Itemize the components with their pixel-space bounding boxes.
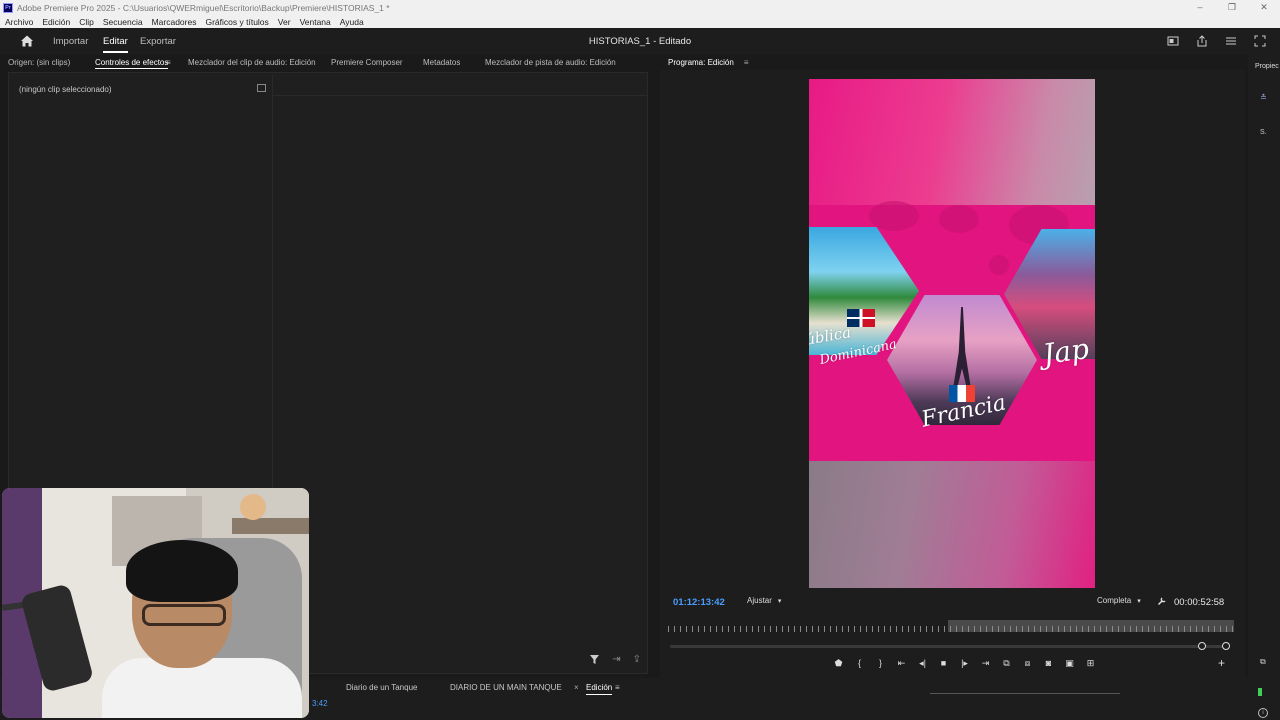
webcam-overlay [2, 488, 309, 718]
menu-clip[interactable]: Clip [79, 17, 94, 27]
webcam-shelf [232, 518, 309, 534]
duration-timecode: 00:00:52:58 [1174, 597, 1225, 608]
properties-panel-collapsed: Propiec ≛ S. ⧉ [1248, 55, 1280, 680]
menu-marcadores[interactable]: Marcadores [152, 17, 197, 27]
go-to-out-button[interactable]: ⇥ [975, 658, 996, 669]
no-clip-label: (ningún clip seleccionado) [19, 85, 112, 94]
menu-secuencia[interactable]: Secuencia [103, 17, 143, 27]
extract-button[interactable]: ⧈ [1017, 658, 1038, 669]
filter-icon[interactable] [589, 654, 600, 665]
tab-metadata[interactable]: Metadatos [423, 58, 460, 67]
effect-timeline-divider [273, 95, 647, 96]
timeline-timecode[interactable]: 3:42 [312, 699, 328, 708]
blurred-bottom-area [809, 461, 1095, 588]
menu-edicion[interactable]: Edición [42, 17, 70, 27]
source-panel-tabs: Origen: (sin clips) Controles de efectos… [0, 55, 656, 71]
effect-controls-footer: ⇥ ⇪ [589, 654, 641, 665]
audio-meter [1258, 688, 1262, 696]
zoom-select[interactable]: Ajustar ▾ [747, 596, 781, 605]
tab-source[interactable]: Origen: (sin clips) [8, 58, 70, 67]
decor-circle [869, 201, 919, 231]
close-window-button[interactable]: ✕ [1248, 0, 1280, 15]
tab-premiere-composer[interactable]: Premiere Composer [331, 58, 403, 67]
scroll-handle-right[interactable] [1222, 642, 1230, 650]
tab-program-monitor[interactable]: Programa: Edición ≡ [668, 58, 748, 67]
fullscreen-icon[interactable] [1254, 35, 1266, 47]
webcam-figurine [240, 494, 266, 520]
resolution-select[interactable]: Completa ▾ [1097, 596, 1141, 605]
blurred-top-area [809, 79, 1095, 205]
menu-archivo[interactable]: Archivo [5, 17, 33, 27]
sequence-tab-diario[interactable]: Diario de un Tanque [346, 683, 417, 692]
wrench-icon[interactable] [1157, 596, 1167, 606]
tools-icon[interactable]: ⧉ [1260, 657, 1266, 667]
panel-menu-icon[interactable]: ≡ [166, 58, 171, 67]
play-audio-icon[interactable]: ⇥ [612, 654, 620, 665]
webcam-person-hair [126, 540, 238, 602]
decor-circle [939, 205, 979, 233]
ruler-ticks [668, 626, 1234, 632]
mark-in-button[interactable]: { [849, 658, 870, 668]
chevron-down-icon: ▾ [777, 598, 782, 605]
menu-ventana[interactable]: Ventana [300, 17, 331, 27]
webcam-person-shirt [102, 658, 302, 718]
mark-out-button[interactable]: } [870, 658, 891, 668]
tab-effect-controls[interactable]: Controles de efectos [95, 58, 169, 69]
minimize-button[interactable]: – [1184, 0, 1216, 15]
playhead-timecode[interactable]: 01:12:13:42 [673, 597, 725, 608]
app-header: Importar Editar Exportar HISTORIAS_1 - E… [0, 28, 1280, 55]
document-title: HISTORIAS_1 - Editado [588, 36, 692, 47]
menu-ayuda[interactable]: Ayuda [340, 17, 364, 27]
properties-tab[interactable]: Propiec [1255, 63, 1279, 70]
window-title: Adobe Premiere Pro 2025 - C:\Usuarios\QW… [17, 2, 390, 13]
button-editor-plus-icon[interactable]: + [1218, 656, 1225, 670]
go-to-in-button[interactable]: ⇤ [891, 658, 912, 669]
tab-audio-clip-mixer[interactable]: Mezclador del clip de audio: Edición [188, 58, 316, 67]
workspaces-icon[interactable] [1167, 35, 1179, 47]
menu-bar: Archivo Edición Clip Secuencia Marcadore… [0, 15, 1280, 28]
webcam-person-glasses [142, 604, 226, 626]
info-icon[interactable]: i [1258, 708, 1268, 718]
close-sequence-icon[interactable]: × [574, 683, 579, 692]
time-ruler[interactable] [668, 620, 1234, 632]
tab-audio-track-mixer[interactable]: Mezclador de pista de audio: Edición [485, 58, 616, 67]
zoom-scrollbar[interactable] [670, 642, 1230, 650]
menu-ver[interactable]: Ver [278, 17, 291, 27]
chevron-down-icon: ▾ [1137, 598, 1141, 605]
toggle-timeline-view-icon[interactable] [257, 84, 266, 92]
lift-button[interactable]: ⧉ [996, 658, 1017, 669]
menu-graficos[interactable]: Gráficos y títulos [205, 17, 268, 27]
japon-text: Jap [1040, 331, 1091, 372]
step-forward-button[interactable]: |▸ [954, 658, 975, 669]
step-back-button[interactable]: ◂| [912, 658, 933, 669]
add-marker-button[interactable]: ⬟ [828, 658, 849, 669]
transport-controls: ⬟ { } ⇤ ◂| ■ |▸ ⇥ ⧉ ⧈ ◙ ▣ ⊞ [828, 656, 1101, 670]
sequence-menu-icon[interactable]: ≡ [615, 683, 620, 692]
multicam-button[interactable]: ⊞ [1080, 658, 1101, 669]
export-icon[interactable]: ⇪ [633, 654, 641, 665]
scroll-handle-left[interactable] [1198, 642, 1206, 650]
properties-sliders-icon[interactable]: ≛ [1260, 93, 1267, 102]
comparison-view-button[interactable]: ▣ [1059, 658, 1080, 669]
program-video-frame[interactable]: ública Dominicana Francia Jap [809, 79, 1095, 588]
window-titlebar: Pr Adobe Premiere Pro 2025 - C:\Usuarios… [0, 0, 1280, 15]
sequence-tab-edicion[interactable]: Edición [586, 683, 613, 695]
window-controls: – ❐ ✕ [1184, 0, 1280, 15]
secondary-tab[interactable]: S. [1260, 129, 1267, 136]
hamburger-icon[interactable] [1225, 35, 1237, 47]
program-menu-icon[interactable]: ≡ [744, 58, 749, 67]
share-icon[interactable] [1196, 35, 1208, 47]
stop-button[interactable]: ■ [933, 658, 954, 668]
export-frame-camera-icon[interactable]: ◙ [1038, 658, 1059, 668]
decor-circle [989, 255, 1009, 275]
restore-button[interactable]: ❐ [1216, 0, 1248, 15]
premiere-app-icon: Pr [3, 2, 13, 13]
sequence-tab-diario-main[interactable]: DIARIO DE UN MAIN TANQUE [450, 683, 562, 692]
timeline-zoom-bar[interactable] [930, 693, 1120, 694]
dominican-flag-icon [847, 309, 875, 327]
